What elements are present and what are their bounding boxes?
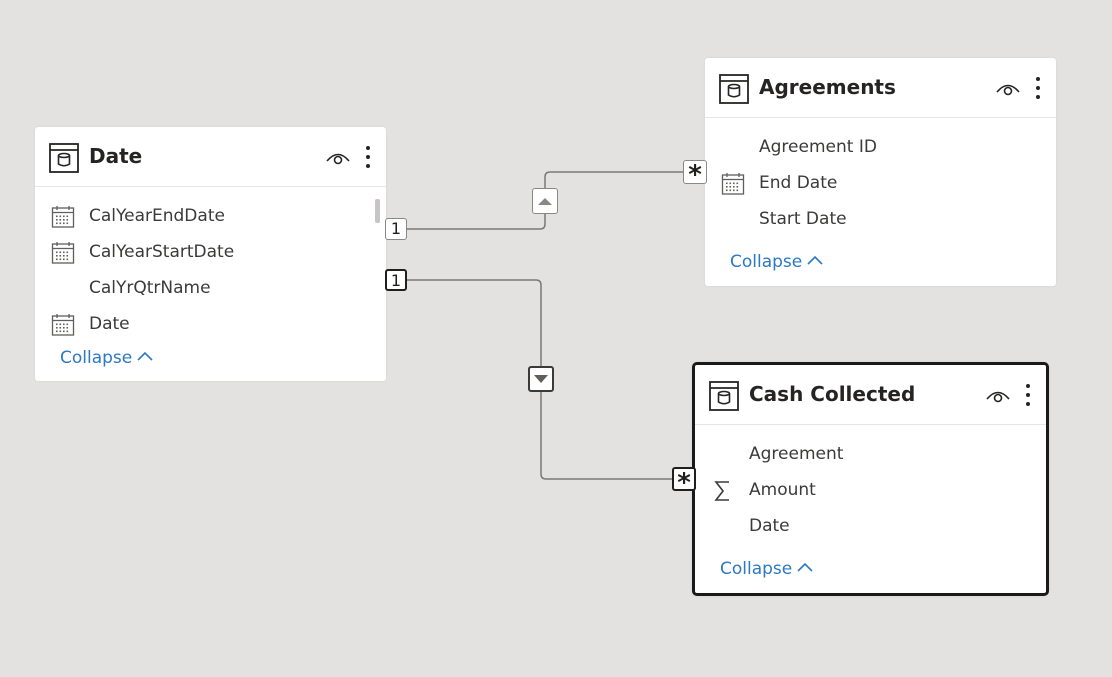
field-name: End Date bbox=[759, 173, 838, 193]
table-icon bbox=[49, 143, 79, 173]
field-row[interactable]: Date bbox=[695, 509, 1046, 545]
field-name: Agreement ID bbox=[759, 137, 877, 157]
collapse-label: Collapse bbox=[730, 252, 803, 272]
field-name: Date bbox=[749, 516, 790, 536]
field-row[interactable]: CalYrQtrName bbox=[35, 271, 386, 307]
sigma-icon bbox=[714, 481, 729, 501]
table-header[interactable]: Date bbox=[35, 127, 386, 187]
field-name: Start Date bbox=[759, 209, 847, 229]
cardinality-many-badge[interactable]: * bbox=[683, 160, 707, 189]
field-name: CalYrQtrName bbox=[89, 278, 211, 298]
field-name: Amount bbox=[749, 480, 816, 500]
up-arrow-icon[interactable] bbox=[532, 188, 558, 214]
field-row[interactable]: Amount bbox=[695, 473, 1046, 509]
eye-icon[interactable] bbox=[325, 149, 351, 167]
cardinality-one-badge[interactable]: 1 bbox=[385, 269, 407, 291]
field-row[interactable]: End Date bbox=[705, 166, 1056, 202]
cardinality-one-badge[interactable]: 1 bbox=[385, 218, 407, 240]
down-arrow-icon[interactable] bbox=[528, 366, 554, 392]
field-row[interactable]: Agreement ID bbox=[705, 130, 1056, 166]
table-card-cash-collected[interactable]: Cash Collected Agreement Amount Date Col… bbox=[692, 362, 1049, 596]
field-name: CalYearStartDate bbox=[89, 242, 235, 262]
table-title: Date bbox=[89, 144, 143, 168]
eye-icon[interactable] bbox=[985, 387, 1011, 405]
cardinality-many-badge[interactable]: * bbox=[672, 467, 696, 497]
field-name: Date bbox=[89, 314, 130, 334]
field-row[interactable]: CalYearStartDate bbox=[35, 235, 386, 271]
calendar-icon bbox=[51, 314, 75, 336]
chevron-up-icon bbox=[807, 255, 823, 265]
field-list: Agreement ID End Date Start Date bbox=[705, 118, 1056, 238]
field-row[interactable]: Start Date bbox=[705, 202, 1056, 238]
field-row[interactable]: Date bbox=[35, 307, 386, 343]
collapse-link[interactable]: Collapse bbox=[60, 348, 153, 368]
collapse-label: Collapse bbox=[60, 348, 133, 368]
chevron-up-icon bbox=[797, 562, 813, 572]
field-name: CalYearEndDate bbox=[89, 206, 225, 226]
table-card-date[interactable]: Date CalYearEndDate CalYearStartDate Cal… bbox=[35, 127, 386, 381]
more-options-icon[interactable] bbox=[1033, 75, 1043, 101]
field-name: Agreement bbox=[749, 444, 844, 464]
calendar-icon bbox=[51, 242, 75, 264]
table-title: Cash Collected bbox=[749, 382, 916, 406]
scrollbar-thumb[interactable] bbox=[375, 199, 380, 223]
chevron-up-icon bbox=[137, 351, 153, 361]
more-options-icon[interactable] bbox=[363, 144, 373, 170]
table-card-agreements[interactable]: Agreements Agreement ID End Date Start D… bbox=[705, 58, 1056, 286]
field-row[interactable]: Agreement bbox=[695, 437, 1046, 473]
calendar-icon bbox=[51, 206, 75, 228]
field-list: Agreement Amount Date bbox=[695, 425, 1046, 545]
collapse-label: Collapse bbox=[720, 559, 793, 579]
table-header[interactable]: Agreements bbox=[705, 58, 1056, 118]
collapse-link[interactable]: Collapse bbox=[720, 559, 813, 579]
table-title: Agreements bbox=[759, 75, 896, 99]
collapse-link[interactable]: Collapse bbox=[730, 252, 823, 272]
eye-icon[interactable] bbox=[995, 80, 1021, 98]
table-icon bbox=[719, 74, 749, 104]
calendar-icon bbox=[721, 173, 745, 195]
table-icon bbox=[709, 381, 739, 411]
field-list: CalYearEndDate CalYearStartDate CalYrQtr… bbox=[35, 187, 386, 343]
more-options-icon[interactable] bbox=[1023, 382, 1033, 408]
table-header[interactable]: Cash Collected bbox=[695, 365, 1046, 425]
field-row[interactable]: CalYearEndDate bbox=[35, 199, 386, 235]
